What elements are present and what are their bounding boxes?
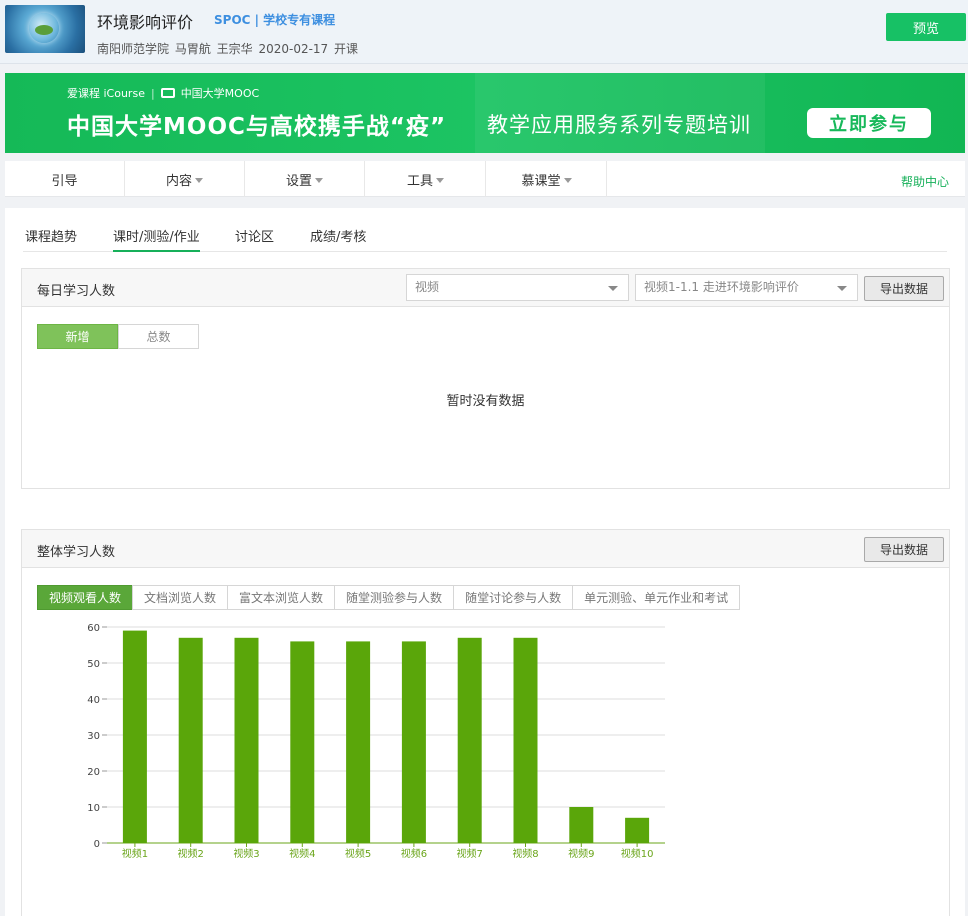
subtab-quiz-participants[interactable]: 随堂测验参与人数 xyxy=(334,585,455,610)
nav-item-content[interactable]: 内容 xyxy=(125,161,245,197)
nav-item-settings[interactable]: 设置 xyxy=(245,161,365,197)
nav-item-tools[interactable]: 工具 xyxy=(366,161,486,197)
x-tick-label: 视频10 xyxy=(621,847,654,860)
nav-item-mooc-class[interactable]: 慕课堂 xyxy=(487,161,607,197)
panel-header: 每日学习人数 视频 视频1-1.1 走进环境影响评价 导出数据 xyxy=(22,269,949,307)
nav-item-label: 引导 xyxy=(51,173,78,189)
y-tick-label: 20 xyxy=(87,767,100,778)
export-data-button[interactable]: 导出数据 xyxy=(864,276,944,301)
mooc-logo: 中国大学MOOC xyxy=(180,87,260,100)
x-tick-label: 视频1 xyxy=(122,847,148,860)
tab-discussion[interactable]: 讨论区 xyxy=(235,226,274,252)
export-data-button[interactable]: 导出数据 xyxy=(864,537,944,562)
toggle-new[interactable]: 新增 xyxy=(37,324,118,349)
stats-tabs: 课程趋势 课时/测验/作业 讨论区 成绩/考核 xyxy=(23,222,947,252)
subtab-discussion-participants[interactable]: 随堂讨论参与人数 xyxy=(453,585,574,610)
bar xyxy=(178,637,203,843)
select-value: 视频1-1.1 走进环境影响评价 xyxy=(644,280,799,294)
bar xyxy=(401,641,426,843)
caret-down-icon xyxy=(837,286,847,291)
course-header: 环境影响评价 SPOC | 学校专有课程 南阳师范学院 马胃航 王宗华 2020… xyxy=(0,0,968,64)
nav-item-label: 慕课堂 xyxy=(521,173,561,189)
content-item-select[interactable]: 视频1-1.1 走进环境影响评价 xyxy=(635,274,858,301)
bar xyxy=(513,637,538,843)
nav-item-label: 设置 xyxy=(285,173,312,189)
leaf-image xyxy=(35,25,53,35)
caret-down-icon xyxy=(195,177,203,183)
metric-subtabs: 视频观看人数 文档浏览人数 富文本浏览人数 随堂测验参与人数 随堂讨论参与人数 … xyxy=(37,585,741,610)
x-tick-label: 视频3 xyxy=(233,847,259,860)
icourse-logo: 爱课程 iCourse xyxy=(67,87,145,100)
panel-title: 每日学习人数 xyxy=(37,284,116,299)
y-tick-label: 30 xyxy=(87,731,100,742)
course-nav: 引导 内容 设置 工具 慕课堂 帮助中心 xyxy=(5,161,965,197)
bar xyxy=(290,641,315,843)
caret-down-icon xyxy=(315,177,323,183)
banner-headline: 中国大学MOOC与高校携手战“疫” xyxy=(67,114,447,140)
course-thumbnail[interactable] xyxy=(5,5,85,53)
new-total-toggle: 新增 总数 xyxy=(37,324,199,349)
y-tick-label: 60 xyxy=(87,623,100,634)
caret-down-icon xyxy=(436,177,444,183)
nav-item-label: 内容 xyxy=(165,173,192,189)
overall-learners-panel: 整体学习人数 导出数据 视频观看人数 文档浏览人数 富文本浏览人数 随堂测验参与… xyxy=(21,529,950,916)
join-now-button[interactable]: 立即参与 xyxy=(807,108,931,138)
x-tick-label: 视频9 xyxy=(568,847,594,860)
panel-header: 整体学习人数 导出数据 xyxy=(22,530,949,568)
content-type-select[interactable]: 视频 xyxy=(406,274,629,301)
caret-down-icon xyxy=(563,177,572,183)
promo-banner[interactable]: 爱课程 iCourse | 中国大学MOOC 中国大学MOOC与高校携手战“疫”… xyxy=(5,73,965,153)
nav-item-label: 工具 xyxy=(406,173,433,189)
x-tick-label: 视频2 xyxy=(178,847,204,860)
bar xyxy=(569,807,594,843)
course-meta: 南阳师范学院 马胃航 王宗华 2020-02-17 开课 xyxy=(97,42,358,56)
y-tick-label: 50 xyxy=(87,659,100,670)
logo-separator: | xyxy=(150,86,155,100)
bar xyxy=(234,637,259,843)
x-tick-label: 视频8 xyxy=(512,847,538,860)
subtab-richtext-views[interactable]: 富文本浏览人数 xyxy=(227,585,336,610)
y-tick-label: 10 xyxy=(87,803,100,814)
banner-logos: 爱课程 iCourse | 中国大学MOOC xyxy=(67,85,259,101)
x-tick-label: 视频5 xyxy=(345,847,371,860)
course-title: 环境影响评价 xyxy=(97,13,194,32)
subtab-video-views[interactable]: 视频观看人数 xyxy=(37,585,134,610)
empty-state-text: 暂时没有数据 xyxy=(446,394,525,409)
x-tick-label: 视频7 xyxy=(457,847,483,860)
bar xyxy=(457,637,482,843)
video-views-bar-chart: 0 10 20 30 40 50 60 视频1 视频2 视频3 视频4 视频5 视频6 视频7 视频8 视频9… xyxy=(87,623,665,860)
main-content: 课程趋势 课时/测验/作业 讨论区 成绩/考核 每日学习人数 视频 视频1-1.… xyxy=(5,208,965,916)
mooc-logo-icon xyxy=(160,88,175,98)
subtab-unit-tests-exams[interactable]: 单元测验、单元作业和考试 xyxy=(572,585,741,610)
y-tick-label: 40 xyxy=(87,695,100,706)
caret-down-icon xyxy=(608,286,618,291)
preview-button[interactable]: 预览 xyxy=(886,13,966,41)
banner-subline: 教学应用服务系列专题培训 xyxy=(487,113,751,137)
tab-lessons-quizzes[interactable]: 课时/测验/作业 xyxy=(113,226,200,252)
daily-learners-panel: 每日学习人数 视频 视频1-1.1 走进环境影响评价 导出数据 新增 总数 暂时… xyxy=(21,268,950,489)
tab-grades[interactable]: 成绩/考核 xyxy=(310,226,366,252)
select-value: 视频 xyxy=(415,280,440,294)
course-type-tag: SPOC | 学校专有课程 xyxy=(214,13,336,27)
x-tick-label: 视频4 xyxy=(289,847,315,860)
y-tick-label: 0 xyxy=(94,839,100,850)
bar xyxy=(122,630,147,843)
tab-course-trend[interactable]: 课程趋势 xyxy=(25,226,77,252)
toggle-total[interactable]: 总数 xyxy=(118,324,199,349)
x-tick-label: 视频6 xyxy=(401,847,427,860)
subtab-document-views[interactable]: 文档浏览人数 xyxy=(132,585,229,610)
bar xyxy=(625,817,650,843)
bar xyxy=(346,641,371,843)
nav-item-guide[interactable]: 引导 xyxy=(5,161,125,197)
panel-title: 整体学习人数 xyxy=(37,545,116,560)
help-center-link[interactable]: 帮助中心 xyxy=(901,173,949,190)
